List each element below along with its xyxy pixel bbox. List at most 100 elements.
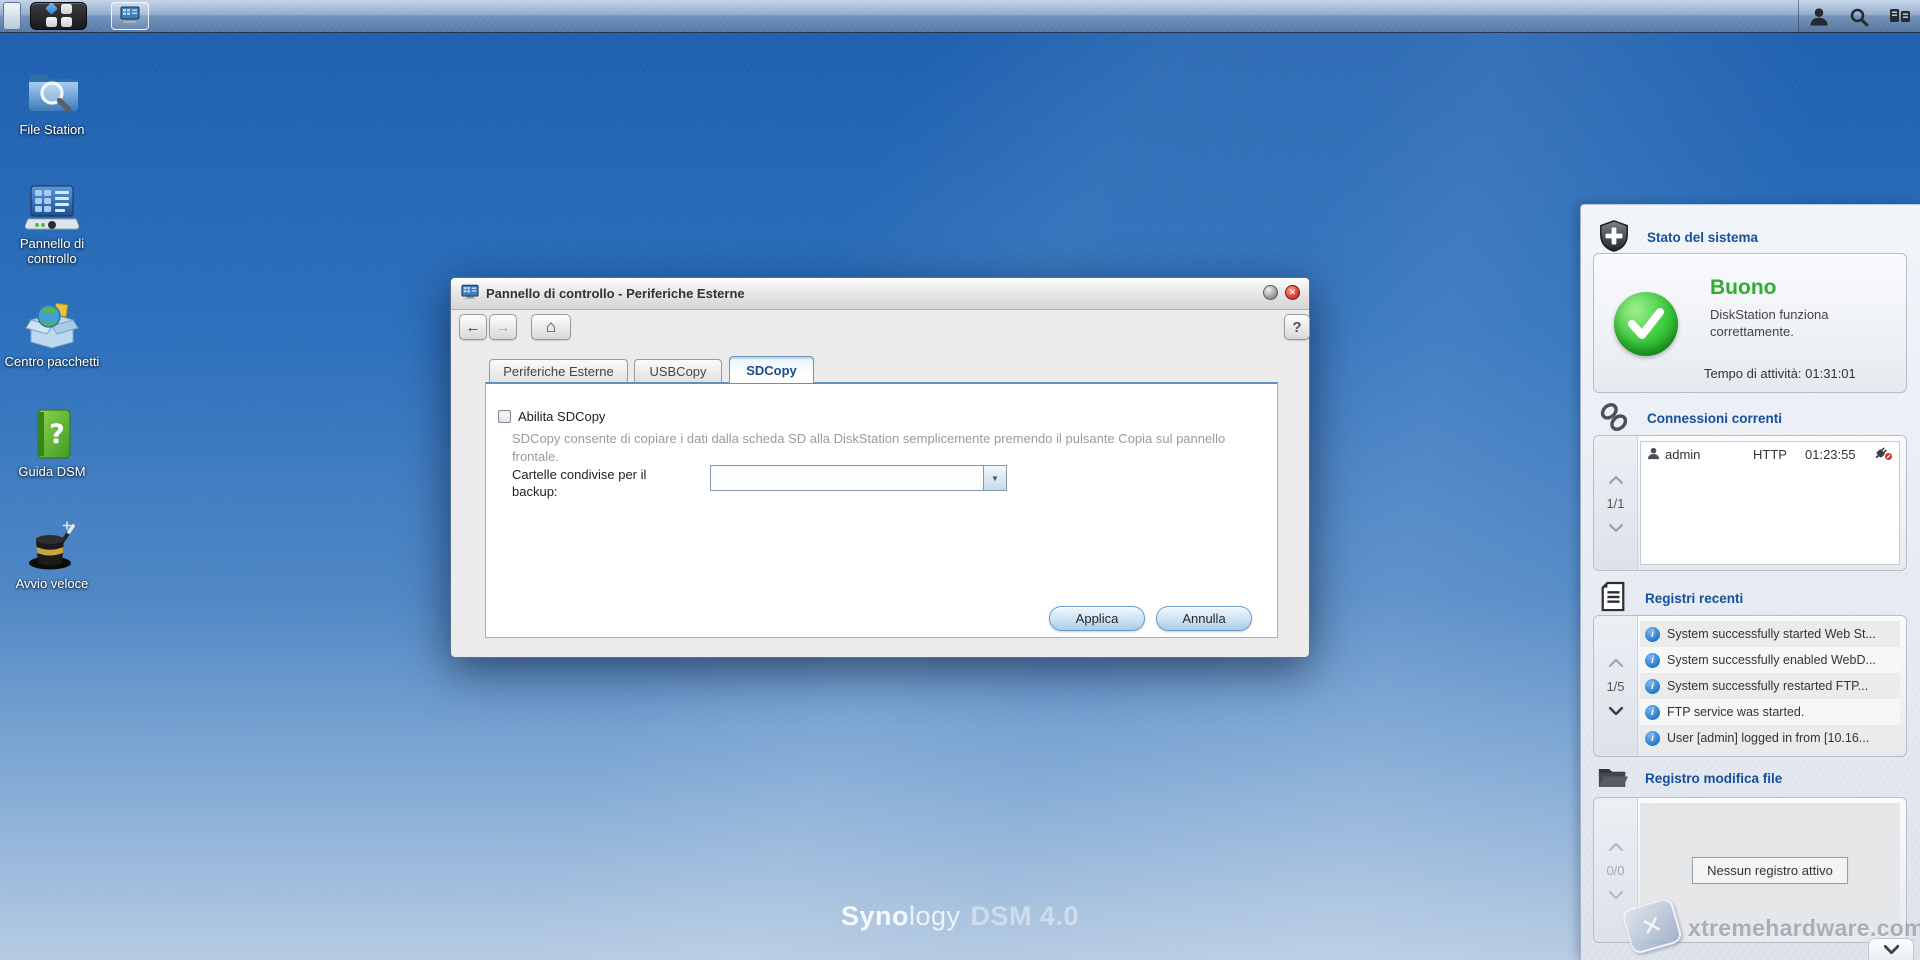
connection-row[interactable]: admin HTTP 01:23:55 (1641, 442, 1899, 467)
enable-sdcopy-checkbox-row[interactable]: Abilita SDCopy (498, 409, 605, 424)
desktop-icon-label: Avvio veloce (4, 576, 100, 591)
window-toolbar: ← → ⌂ ? (451, 310, 1309, 350)
cancel-button[interactable]: Annulla (1156, 606, 1252, 631)
info-icon: i (1645, 705, 1660, 720)
system-health-widget: Stato del sistema Buono DiskStation funz… (1580, 204, 1920, 960)
system-status-card: Buono DiskStation funziona correttamente… (1593, 253, 1907, 393)
connections-list: admin HTTP 01:23:55 (1640, 441, 1900, 565)
control-panel-window: Pannello di controllo - Periferiche Este… (450, 277, 1310, 658)
log-text: FTP service was started. (1667, 705, 1804, 719)
status-value: Buono (1710, 276, 1776, 300)
tab-bar: Periferiche Esterne USBCopy SDCopy (451, 356, 1309, 383)
forward-button[interactable]: → (489, 314, 517, 340)
log-text: System successfully enabled WebD... (1667, 653, 1876, 667)
desktop-icon-dsm-help[interactable]: ? Guida DSM (4, 408, 100, 479)
search-icon[interactable] (1846, 4, 1872, 30)
user-icon[interactable] (1806, 4, 1832, 30)
desktop: File Station Pannello di controllo Centr… (0, 0, 1920, 960)
window-titlebar[interactable]: Pannello di controllo - Periferiche Este… (451, 278, 1309, 310)
connection-time: 01:23:55 (1805, 447, 1875, 462)
minimize-button[interactable] (1263, 285, 1278, 300)
logo-text-bold: Syno (841, 901, 909, 931)
log-row[interactable]: i System successfully restarted FTP... (1640, 673, 1900, 699)
status-ok-icon (1614, 292, 1678, 356)
pager-up-icon[interactable] (1609, 472, 1623, 487)
status-description: DiskStation funziona correttamente. (1710, 306, 1888, 340)
dropdown-arrow-icon[interactable]: ▼ (983, 466, 1006, 490)
log-text: System successfully started Web St... (1667, 627, 1876, 641)
file-station-icon (4, 62, 100, 118)
section-title: Registri recenti (1645, 591, 1743, 606)
connections-header: Connessioni correnti (1598, 401, 1782, 436)
file-log-pager: 0/0 (1594, 798, 1638, 942)
sdcopy-panel: Abilita SDCopy SDCopy consente di copiar… (485, 382, 1278, 638)
apply-button[interactable]: Applica (1049, 606, 1145, 631)
main-menu-icon (46, 4, 72, 28)
file-log-empty-area: Nessun registro attivo (1640, 803, 1900, 937)
main-menu-button[interactable] (30, 2, 87, 30)
taskbar-control-panel-button[interactable] (111, 2, 149, 30)
file-log-card: 0/0 Nessun registro attivo (1593, 797, 1907, 943)
pilot-view-icon[interactable] (1887, 4, 1913, 30)
shield-icon (1597, 219, 1631, 256)
log-row[interactable]: i FTP service was started. (1640, 699, 1900, 725)
logs-list: iSystem successfully started Web St... i… (1640, 621, 1900, 751)
tab-usbcopy[interactable]: USBCopy (634, 359, 722, 383)
user-icon (1647, 447, 1660, 463)
log-row[interactable]: iSystem successfully enabled WebD... (1640, 647, 1900, 673)
logo-version: DSM 4.0 (971, 901, 1080, 931)
taskbar (0, 0, 1920, 33)
control-panel-mini-icon (120, 6, 140, 26)
package-center-icon (4, 300, 100, 350)
info-icon: i (1645, 679, 1660, 694)
disconnect-icon[interactable] (1875, 445, 1893, 464)
log-text: System successfully restarted FTP... (1667, 679, 1868, 693)
pager-down-icon[interactable] (1609, 520, 1623, 535)
log-document-icon (1599, 581, 1627, 616)
desktop-icon-label: Pannello di controllo (4, 236, 100, 266)
pager-down-icon (1609, 887, 1623, 902)
shared-folder-label: Cartelle condivise per il backup: (512, 466, 672, 500)
desktop-icon-file-station[interactable]: File Station (4, 62, 100, 137)
widget-collapse-tab[interactable] (1868, 938, 1914, 960)
desktop-icon-label: Guida DSM (4, 464, 100, 479)
file-log-header: Registro modifica file (1597, 763, 1782, 793)
section-title: Stato del sistema (1647, 230, 1758, 245)
window-title: Pannello di controllo - Periferiche Este… (486, 286, 745, 301)
synology-dsm-logo: SynologyDSM 4.0 (841, 901, 1079, 932)
pager-up-icon[interactable] (1609, 655, 1623, 670)
desktop-icon-label: File Station (4, 122, 100, 137)
uptime-text: Tempo di attività: 01:31:01 (1704, 366, 1856, 381)
connection-protocol: HTTP (1753, 447, 1805, 462)
desktop-icon-package-center[interactable]: Centro pacchetti (4, 300, 100, 369)
close-button[interactable]: ✕ (1285, 285, 1300, 300)
pager-down-icon[interactable] (1609, 703, 1623, 718)
home-button[interactable]: ⌂ (531, 314, 571, 340)
log-row[interactable]: iSystem successfully started Web St... (1640, 621, 1900, 647)
back-button[interactable]: ← (459, 314, 487, 340)
dsm-help-icon: ? (4, 408, 100, 460)
taskbar-tray (1798, 0, 1920, 33)
shared-folder-value (711, 466, 983, 490)
desktop-icon-quick-start[interactable]: Avvio veloce (4, 520, 100, 591)
log-row[interactable]: iUser [admin] logged in from [10.16... (1640, 725, 1900, 751)
pager-label: 1/1 (1606, 496, 1624, 511)
chain-link-icon (1598, 401, 1630, 436)
tab-periferiche-esterne[interactable]: Periferiche Esterne (489, 359, 628, 383)
pager-label: 1/5 (1606, 679, 1624, 694)
shared-folder-select[interactable]: ▼ (710, 465, 1007, 491)
control-panel-icon (4, 184, 100, 232)
recent-logs-card: 1/5 iSystem successfully started Web St.… (1593, 615, 1907, 757)
info-icon: i (1645, 731, 1660, 746)
show-desktop-button[interactable] (3, 2, 21, 30)
logs-pager: 1/5 (1594, 616, 1638, 756)
system-status-header: Stato del sistema (1597, 219, 1758, 256)
help-button[interactable]: ? (1284, 314, 1310, 340)
file-log-empty-message: Nessun registro attivo (1692, 857, 1848, 884)
enable-sdcopy-checkbox[interactable] (498, 410, 511, 423)
tab-sdcopy[interactable]: SDCopy (729, 356, 814, 383)
window-icon (461, 284, 479, 303)
desktop-icon-control-panel[interactable]: Pannello di controllo (4, 184, 100, 266)
folder-open-icon (1597, 763, 1629, 793)
pager-up-icon (1609, 839, 1623, 854)
